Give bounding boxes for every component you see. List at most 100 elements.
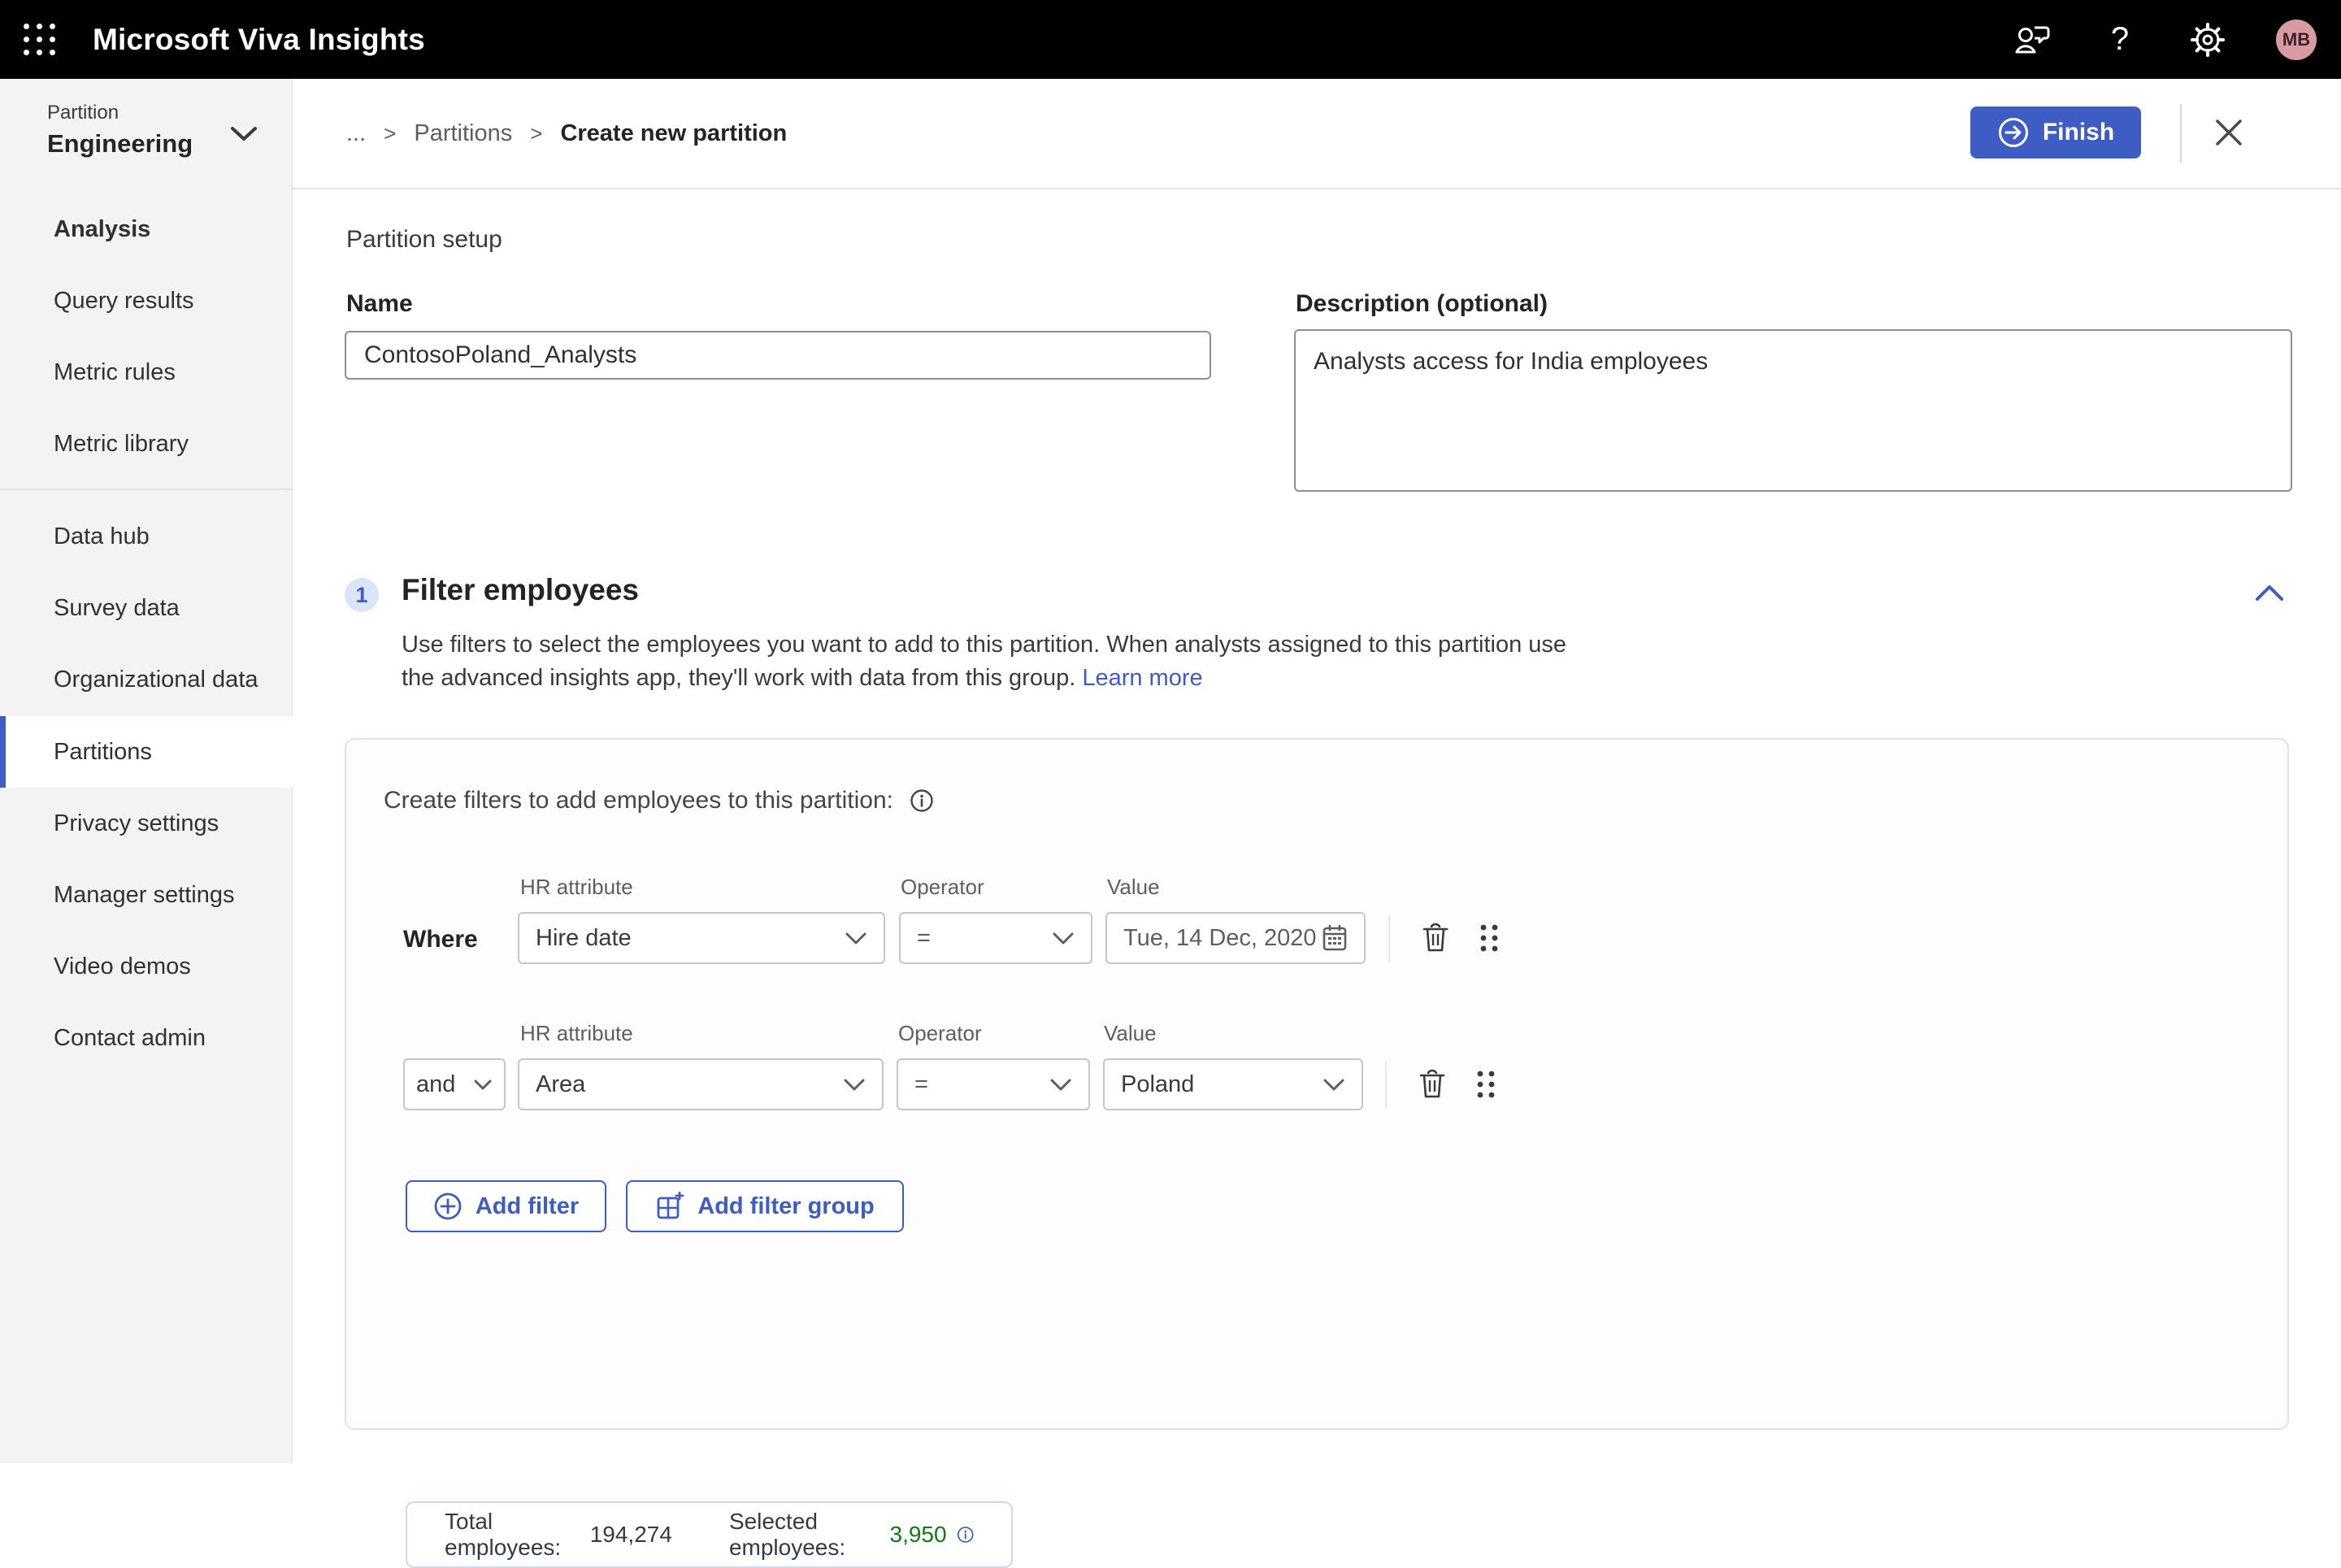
filter-description-line2: the advanced insights app, they'll work …	[402, 665, 1075, 691]
sidebar-item-privacy-settings[interactable]: Privacy settings	[0, 788, 293, 859]
sidebar-item-metric-library[interactable]: Metric library	[0, 408, 293, 480]
value-row2: Poland	[1121, 1071, 1323, 1098]
delete-filter-button-row1[interactable]	[1416, 917, 1455, 959]
breadcrumb-separator: >	[530, 121, 542, 146]
page-header-bar: ... > Partitions > Create new partition …	[293, 79, 2341, 189]
sidebar-item-metric-rules[interactable]: Metric rules	[0, 337, 293, 408]
gear-icon	[2190, 22, 2226, 58]
chevron-down-icon	[1052, 932, 1075, 945]
chevron-down-icon	[473, 1079, 493, 1091]
operator-dropdown-row2[interactable]: =	[897, 1058, 1090, 1110]
sidebar-item-query-results[interactable]: Query results	[0, 265, 293, 337]
filter-group-icon	[655, 1192, 684, 1221]
trash-icon	[1422, 923, 1449, 953]
operator-value-row1: =	[917, 925, 1052, 952]
sidebar-item-partitions[interactable]: Partitions	[0, 716, 293, 788]
filter-employees-title: Filter employees	[402, 573, 639, 607]
learn-more-link[interactable]: Learn more	[1082, 665, 1202, 691]
name-input[interactable]	[345, 331, 1211, 380]
total-employees-label: Total employees:	[445, 1509, 579, 1561]
sidebar-item-survey-data[interactable]: Survey data	[0, 572, 293, 644]
breadcrumb-partitions[interactable]: Partitions	[414, 120, 512, 147]
drag-handle-row1[interactable]	[1470, 917, 1509, 959]
app-launcher-button[interactable]	[0, 0, 78, 79]
row-divider	[1388, 915, 1390, 962]
value-column-label: Value	[1104, 1021, 1157, 1046]
sidebar-item-contact-admin[interactable]: Contact admin	[0, 1002, 293, 1074]
operator-column-label: Operator	[898, 1021, 982, 1046]
sidebar-item-manager-settings[interactable]: Manager settings	[0, 859, 293, 931]
chevron-down-icon	[843, 1078, 866, 1092]
filter-section-description: Use filters to select the employees you …	[402, 628, 1566, 695]
filter-description-line1: Use filters to select the employees you …	[402, 632, 1566, 658]
step-number-badge: 1	[345, 578, 379, 612]
breadcrumb-separator: >	[384, 121, 396, 146]
employee-totals-card: Total employees: 194,274 Selected employ…	[406, 1501, 1013, 1568]
trash-icon	[1418, 1069, 1446, 1100]
chevron-down-icon	[230, 126, 258, 142]
hr-attribute-dropdown-row1[interactable]: Hire date	[518, 912, 885, 964]
arrow-circle-icon	[1997, 116, 2030, 149]
add-filter-group-button[interactable]: Add filter group	[626, 1180, 904, 1232]
sidebar-item-analysis[interactable]: Analysis	[0, 193, 293, 265]
finish-button[interactable]: Finish	[1970, 106, 2141, 159]
description-label: Description (optional)	[1296, 290, 1548, 318]
finish-button-label: Finish	[2043, 119, 2114, 146]
plus-circle-icon	[433, 1192, 463, 1221]
operator-value-row2: =	[914, 1071, 1049, 1098]
selected-employees-label: Selected employees:	[729, 1509, 880, 1561]
hr-attribute-value-row2: Area	[536, 1071, 843, 1098]
close-button[interactable]	[2208, 111, 2250, 154]
chevron-down-icon	[845, 932, 867, 945]
feedback-button[interactable]	[2013, 20, 2052, 59]
hr-attribute-column-label: HR attribute	[520, 875, 633, 900]
feedback-icon	[2013, 23, 2051, 57]
selected-employees-value: 3,950	[890, 1522, 947, 1548]
filter-panel: Create filters to add employees to this …	[345, 738, 2289, 1430]
breadcrumb-ellipsis[interactable]: ...	[346, 120, 366, 147]
conjunction-dropdown-row2[interactable]: and	[403, 1058, 506, 1110]
add-filter-group-label: Add filter group	[697, 1193, 874, 1220]
help-icon: ?	[2111, 21, 2129, 58]
drag-handle-row2[interactable]	[1466, 1063, 1505, 1105]
partition-switcher-label: Partition	[47, 102, 193, 124]
name-label: Name	[346, 290, 413, 318]
help-button[interactable]: ?	[2100, 20, 2139, 59]
sidebar-item-organizational-data[interactable]: Organizational data	[0, 644, 293, 715]
drag-dots-icon	[1479, 923, 1500, 953]
waffle-icon	[24, 24, 55, 55]
delete-filter-button-row2[interactable]	[1413, 1063, 1452, 1105]
value-row1: Tue, 14 Dec, 2020	[1123, 925, 1322, 952]
value-date-picker-row1[interactable]: Tue, 14 Dec, 2020	[1105, 912, 1366, 964]
info-icon[interactable]	[957, 1522, 974, 1547]
value-dropdown-row2[interactable]: Poland	[1103, 1058, 1363, 1110]
close-icon	[2213, 117, 2244, 148]
operator-dropdown-row1[interactable]: =	[899, 912, 1092, 964]
partition-switcher[interactable]: Partition Engineering	[47, 102, 193, 159]
collapse-section-button[interactable]	[2247, 570, 2292, 615]
user-avatar[interactable]: MB	[2276, 20, 2317, 60]
info-icon[interactable]	[910, 788, 934, 813]
main-content: Partition setup Name Description (option…	[293, 189, 2341, 1463]
create-filters-heading: Create filters to add employees to this …	[384, 787, 893, 814]
hr-attribute-dropdown-row2[interactable]: Area	[518, 1058, 884, 1110]
hr-attribute-value-row1: Hire date	[536, 925, 845, 952]
top-app-bar: Microsoft Viva Insights ?	[0, 0, 2341, 79]
description-input[interactable]: Analysts access for India employees	[1294, 329, 2292, 492]
drag-dots-icon	[1475, 1069, 1496, 1100]
add-filter-button[interactable]: Add filter	[406, 1180, 606, 1232]
add-filter-label: Add filter	[476, 1193, 579, 1220]
partition-setup-title: Partition setup	[346, 226, 502, 254]
settings-button[interactable]	[2188, 20, 2227, 59]
chevron-up-icon	[2255, 584, 2284, 602]
sidebar-item-data-hub[interactable]: Data hub	[0, 501, 293, 572]
sidebar-nav: Partition Engineering Analysis Query res…	[0, 79, 293, 1463]
app-title: Microsoft Viva Insights	[93, 23, 425, 57]
where-label: Where	[403, 926, 478, 953]
row-divider	[1385, 1062, 1387, 1109]
header-divider	[2180, 104, 2182, 163]
sidebar-item-video-demos[interactable]: Video demos	[0, 931, 293, 1002]
breadcrumb: ... > Partitions > Create new partition	[346, 79, 787, 188]
sidebar-divider	[0, 489, 293, 490]
partition-switcher-value: Engineering	[47, 129, 193, 159]
